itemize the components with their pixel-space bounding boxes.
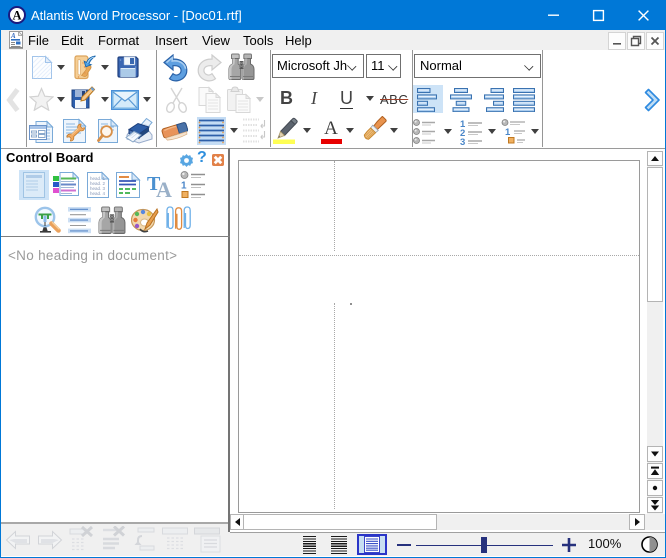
svg-text:A: A (156, 177, 172, 199)
svg-text:1: 1 (181, 181, 187, 192)
svg-text:A: A (10, 32, 16, 40)
svg-text:A: A (12, 8, 21, 22)
svg-text:1: 1 (505, 127, 511, 138)
svg-text:head. 4: head. 4 (90, 191, 106, 196)
svg-text:3: 3 (460, 137, 465, 145)
